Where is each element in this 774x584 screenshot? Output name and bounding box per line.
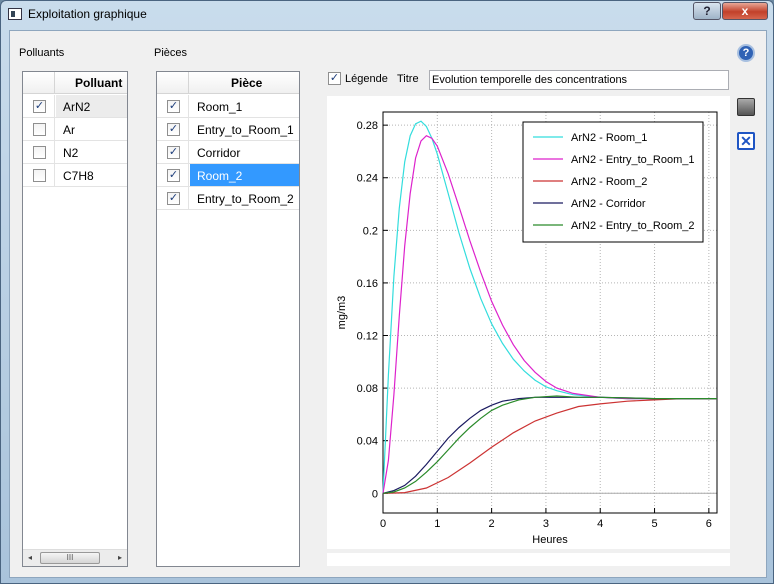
room-row[interactable]: ✓ Room_2	[157, 164, 299, 187]
pollutant-row[interactable]: C7H8	[23, 164, 127, 187]
window-icon	[8, 8, 22, 20]
pollutant-checkbox[interactable]: ✓	[33, 100, 46, 113]
pollutant-checkbox-cell: ✓	[23, 95, 55, 117]
pollutant-name: C7H8	[63, 169, 94, 183]
pollutant-row[interactable]: N2	[23, 141, 127, 164]
help-icon[interactable]: ?	[737, 44, 755, 62]
x-tick-label: 6	[706, 518, 712, 530]
y-axis-label: mg/m3	[336, 296, 348, 330]
legend-entry: ArN2 - Room_2	[571, 176, 647, 188]
chart-title-input[interactable]: Evolution temporelle des concentrations	[429, 70, 729, 90]
pollutant-row[interactable]: Ar	[23, 118, 127, 141]
y-tick-label: 0.08	[357, 383, 378, 395]
y-tick-label: 0.28	[357, 120, 378, 132]
legend-entry: ArN2 - Corridor	[571, 198, 646, 210]
pollutant-checkbox-cell	[23, 164, 55, 186]
room-checkbox[interactable]: ✓	[167, 169, 180, 182]
x-tick-label: 2	[489, 518, 495, 530]
legend-entry: ArN2 - Entry_to_Room_1	[571, 154, 695, 166]
room-row[interactable]: ✓ Entry_to_Room_2	[157, 187, 299, 210]
pollutant-checkbox[interactable]	[33, 169, 46, 182]
room-checkbox-cell: ✓	[157, 95, 189, 117]
x-tick-label: 3	[543, 518, 549, 530]
pollutant-checkbox[interactable]	[33, 123, 46, 136]
pollutant-table-header[interactable]: Polluant	[23, 72, 127, 94]
room-name: Room_1	[197, 100, 243, 114]
x-axis-label: Heures	[532, 534, 568, 546]
room-header-corner	[157, 72, 189, 94]
y-tick-label: 0.2	[363, 225, 378, 237]
room-checkbox-cell: ✓	[157, 187, 189, 209]
room-table-header[interactable]: Pièce	[157, 72, 299, 94]
room-checkbox-cell: ✓	[157, 141, 189, 163]
room-checkbox-cell: ✓	[157, 118, 189, 140]
titlebar-close-button[interactable]: x	[722, 2, 768, 20]
dialog-body: Polluants Pièces Polluant ✓ ArN2 Ar N2 C7H8 …	[9, 30, 767, 578]
series-line	[382, 398, 717, 494]
x-tick-label: 1	[434, 518, 440, 530]
y-tick-label: 0	[372, 488, 378, 500]
room-checkbox-cell: ✓	[157, 164, 189, 186]
pollutant-checkbox[interactable]	[33, 146, 46, 159]
series-line	[382, 396, 717, 494]
room-checkbox[interactable]: ✓	[167, 192, 180, 205]
y-tick-label: 0.24	[357, 173, 378, 185]
plot-area[interactable]: 0 1 2 3 4 5 6 0 0.04 0.08 0.12 0.16 0.2 0.24 0.28 Heure…	[327, 96, 730, 549]
pollutant-checkbox-cell	[23, 118, 55, 140]
room-name: Room_2	[197, 169, 243, 183]
y-tick-label: 0.12	[357, 331, 378, 343]
x-tick-label: 4	[597, 518, 603, 530]
fit-view-icon[interactable]: ✕	[737, 132, 755, 150]
y-tick-label: 0.16	[357, 278, 378, 290]
series-line	[382, 395, 717, 494]
scroll-thumb[interactable]: III	[40, 552, 100, 564]
room-checkbox[interactable]: ✓	[167, 146, 180, 159]
pollutant-row[interactable]: ✓ ArN2	[23, 95, 127, 118]
room-checkbox[interactable]: ✓	[167, 100, 180, 113]
pollutant-name: Ar	[63, 123, 75, 137]
room-name: Entry_to_Room_1	[197, 123, 294, 137]
room-column-header: Pièce	[231, 76, 263, 90]
room-checkbox[interactable]: ✓	[167, 123, 180, 136]
scroll-right-icon[interactable]: ▸	[114, 552, 126, 564]
pollutant-header-corner	[23, 72, 55, 94]
y-tick-label: 0.04	[357, 436, 378, 448]
rooms-section-label: Pièces	[154, 47, 188, 59]
x-tick-label: 5	[651, 518, 657, 530]
pollutant-horizontal-scrollbar[interactable]: ◂ III ▸	[23, 549, 127, 566]
concentration-chart: 0 1 2 3 4 5 6 0 0.04 0.08 0.12 0.16 0.2 0.24 0.28 Heure…	[336, 111, 718, 546]
pollutant-table[interactable]: Polluant ✓ ArN2 Ar N2 C7H8 ◂ III ▸	[22, 71, 128, 567]
save-image-icon[interactable]	[737, 98, 755, 116]
title-bar[interactable]: Exploitation graphique ? x	[1, 1, 773, 29]
app-window: Exploitation graphique ? x Polluants Piè…	[0, 0, 774, 584]
room-row[interactable]: ✓ Room_1	[157, 95, 299, 118]
room-row[interactable]: ✓ Entry_to_Room_1	[157, 118, 299, 141]
room-row[interactable]: ✓ Corridor	[157, 141, 299, 164]
legend-entry: ArN2 - Entry_to_Room_2	[571, 220, 695, 232]
status-strip	[327, 553, 730, 566]
room-name: Corridor	[197, 146, 241, 160]
pollutant-checkbox-cell	[23, 141, 55, 163]
titlebar-help-button[interactable]: ?	[693, 2, 721, 20]
pollutant-name: ArN2	[63, 100, 91, 114]
room-name: Entry_to_Room_2	[197, 192, 294, 206]
pollutant-name: N2	[63, 146, 79, 160]
room-table[interactable]: Pièce ✓ Room_1 ✓ Entry_to_Room_1 ✓ Corridor ✓ R…	[156, 71, 300, 567]
legend-entry: ArN2 - Room_1	[571, 132, 647, 144]
scroll-left-icon[interactable]: ◂	[24, 552, 36, 564]
pollutant-column-header: Polluant	[75, 76, 123, 90]
pollutants-section-label: Polluants	[19, 47, 65, 59]
window-title: Exploitation graphique	[28, 7, 147, 21]
legend-checkbox[interactable]: ✓	[328, 72, 341, 85]
x-tick-label: 0	[380, 518, 386, 530]
legend-label: Légende	[345, 73, 388, 85]
title-label: Titre	[397, 73, 419, 85]
